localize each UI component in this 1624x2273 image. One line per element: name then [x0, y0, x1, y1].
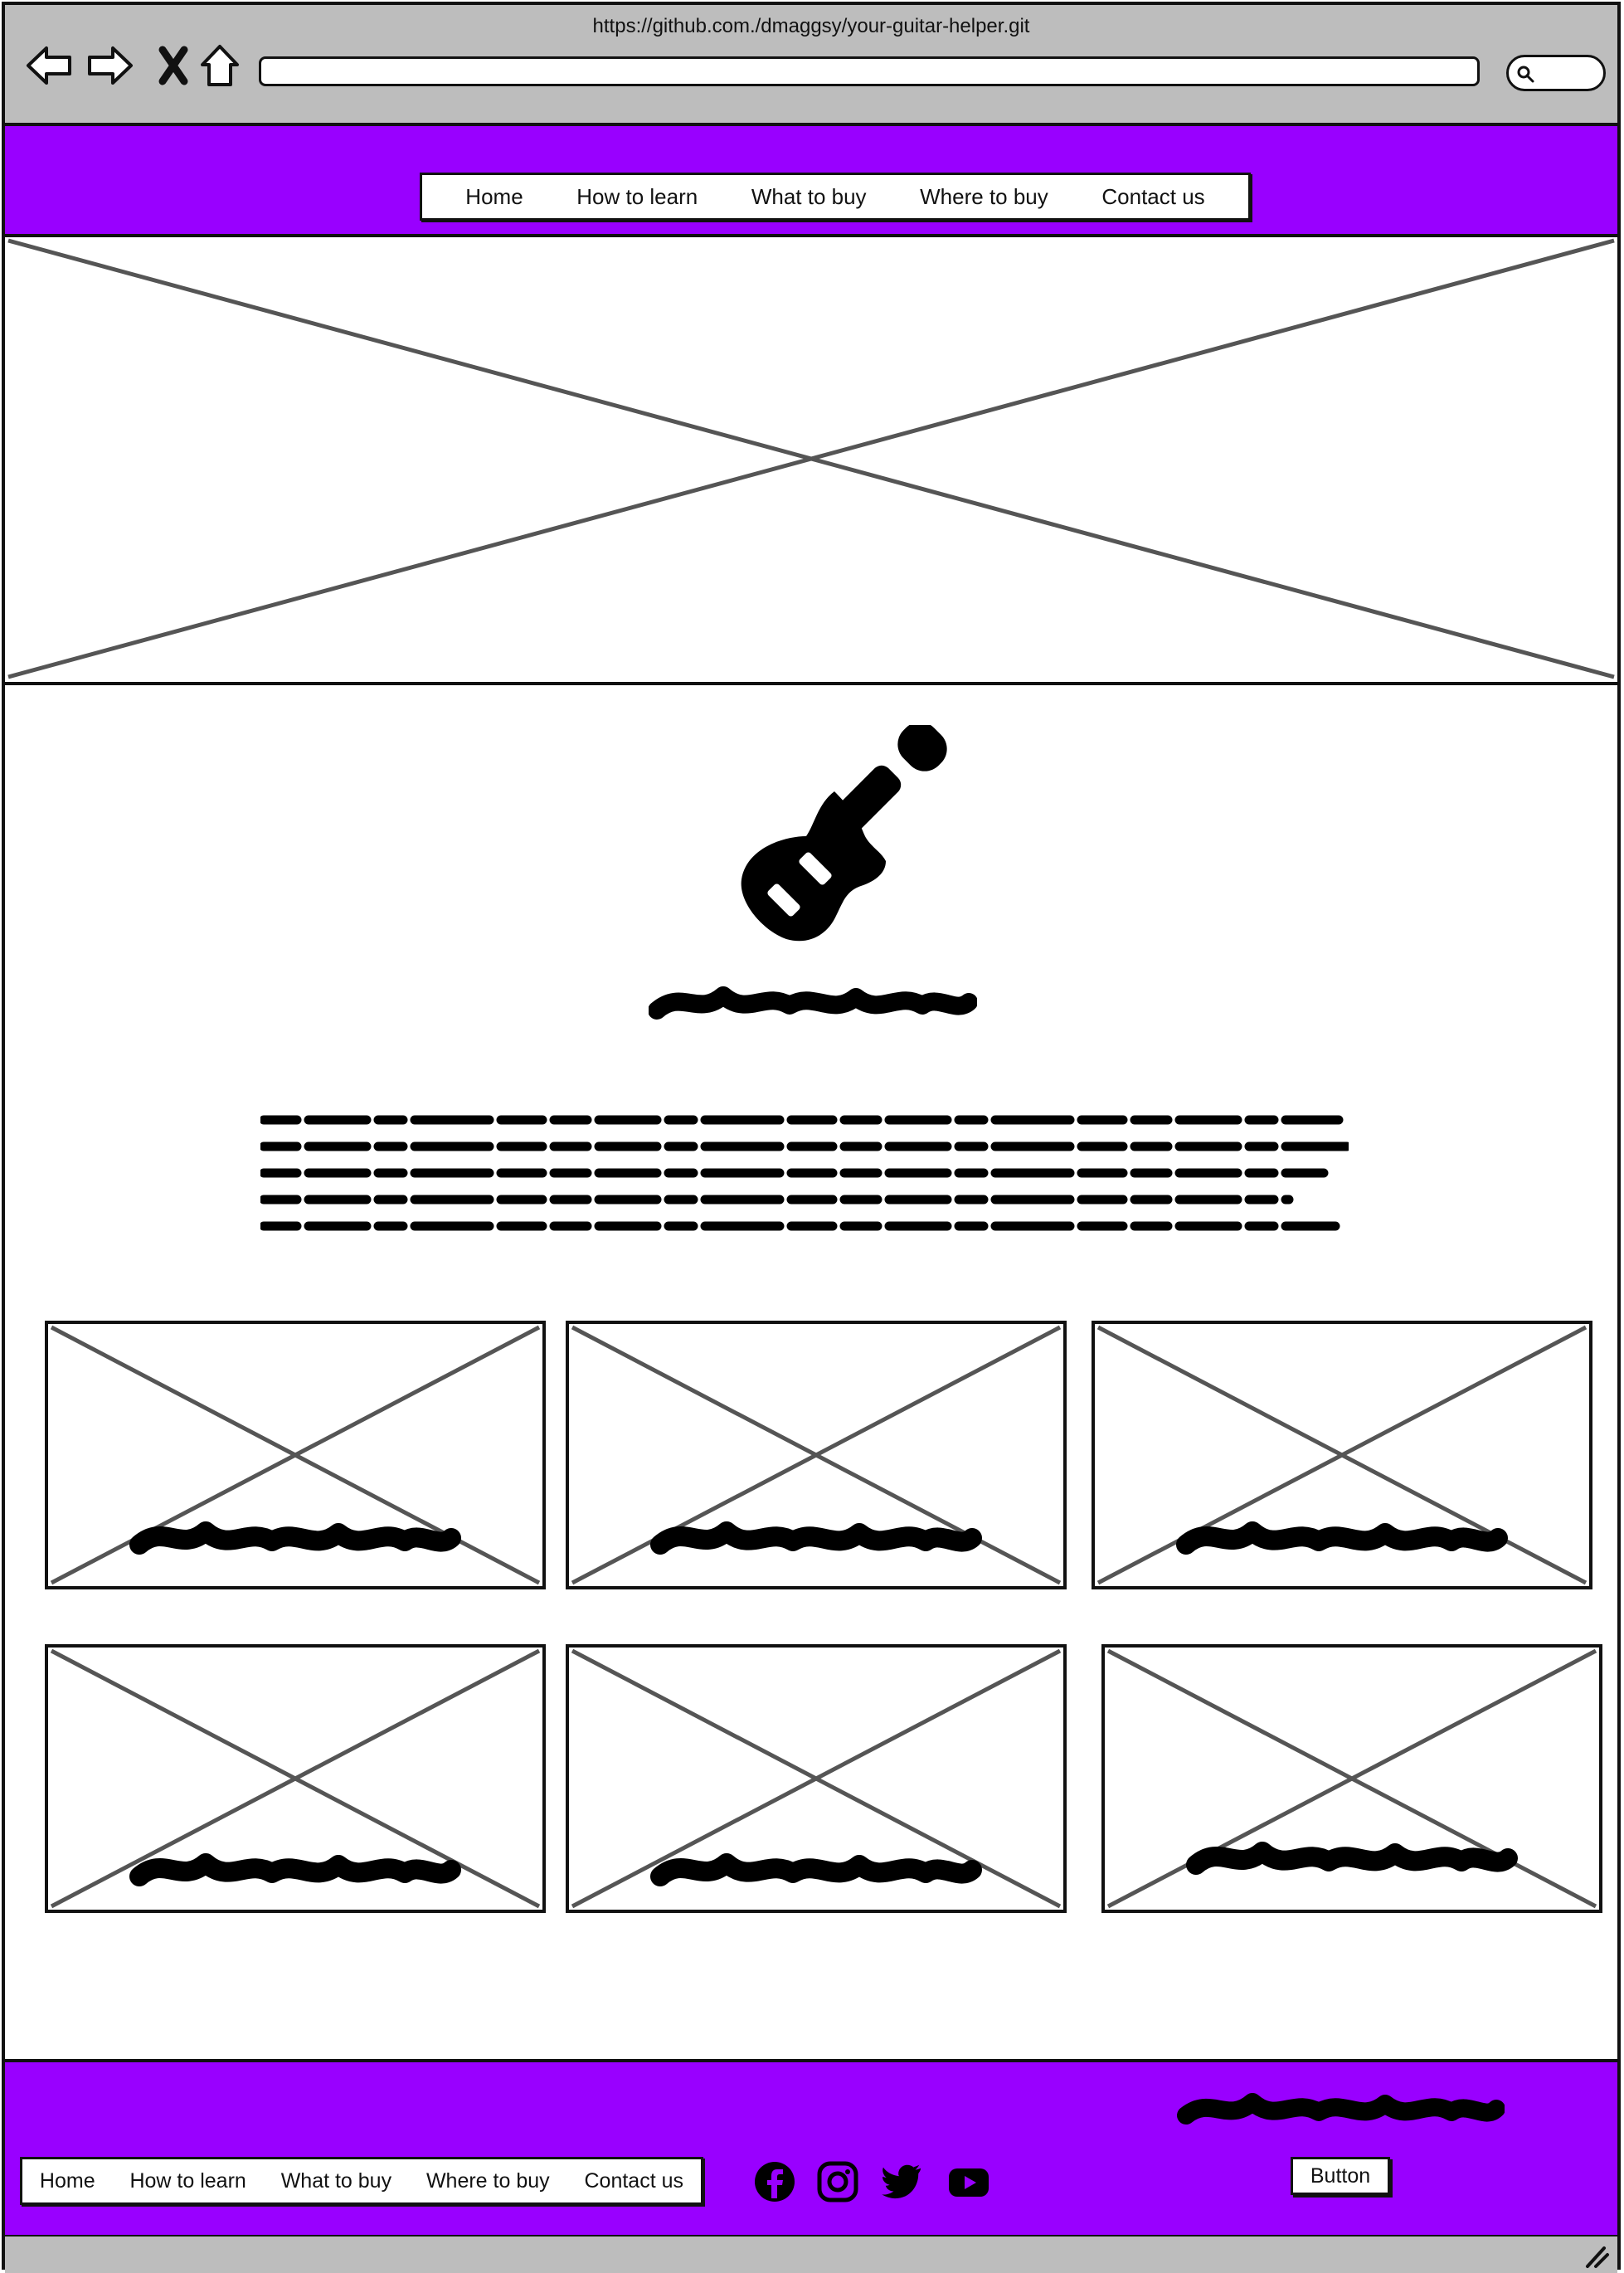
- footer-heading-scribble: [1177, 2093, 1505, 2125]
- card-5[interactable]: [566, 1644, 1067, 1913]
- home-icon[interactable]: [194, 40, 246, 91]
- url-text: https://github.com./dmaggsy/your-guitar-…: [592, 15, 1030, 37]
- nav-item-contact-us[interactable]: Contact us: [1101, 184, 1204, 210]
- browser-window: https://github.com./dmaggsy/your-guitar-…: [2, 2, 1621, 2273]
- card-image-placeholder: [571, 1325, 1062, 1585]
- nav-item-where-to-buy[interactable]: Where to buy: [920, 184, 1048, 210]
- footer-nav: Home How to learn What to buy Where to b…: [20, 2157, 703, 2205]
- card-image-placeholder: [1106, 1648, 1597, 1909]
- address-bar[interactable]: [259, 56, 1480, 86]
- main-nav: Home How to learn What to buy Where to b…: [420, 173, 1251, 221]
- nav-item-how-to-learn[interactable]: How to learn: [576, 184, 698, 210]
- card-caption-scribble: [650, 1521, 982, 1555]
- card-image-placeholder: [571, 1648, 1062, 1909]
- site-header: Home How to learn What to buy Where to b…: [5, 126, 1617, 237]
- youtube-icon[interactable]: [947, 2160, 990, 2203]
- hero-placeholder-cross: [7, 238, 1615, 679]
- browser-chrome: https://github.com./dmaggsy/your-guitar-…: [5, 5, 1617, 126]
- nav-item-home[interactable]: Home: [465, 184, 523, 210]
- footer-nav-how-to-learn[interactable]: How to learn: [129, 2169, 246, 2193]
- footer-nav-what-to-buy[interactable]: What to buy: [281, 2169, 391, 2193]
- card-3[interactable]: [1092, 1321, 1592, 1589]
- instagram-icon[interactable]: [816, 2160, 859, 2203]
- card-caption-scribble: [129, 1853, 461, 1886]
- body-text-placeholder: [260, 1115, 1349, 1231]
- card-image-placeholder: [1096, 1325, 1588, 1585]
- footer-button[interactable]: Button: [1291, 2157, 1390, 2195]
- card-image-placeholder: [50, 1325, 541, 1585]
- browser-status-bar: [5, 2236, 1617, 2273]
- guitar-icon: [741, 725, 947, 942]
- browser-search-field[interactable]: [1506, 55, 1606, 91]
- card-4[interactable]: [45, 1644, 546, 1913]
- card-2[interactable]: [566, 1321, 1067, 1589]
- card-caption-scribble: [129, 1521, 461, 1555]
- search-icon: [1517, 66, 1534, 83]
- site-footer: Home How to learn What to buy Where to b…: [5, 2059, 1617, 2238]
- card-6[interactable]: [1101, 1644, 1602, 1913]
- card-caption-scribble: [650, 1853, 982, 1886]
- card-image-placeholder: [50, 1648, 541, 1909]
- card-caption-scribble: [1176, 1521, 1508, 1555]
- resize-grip-icon[interactable]: [1583, 2241, 1611, 2270]
- nav-item-what-to-buy[interactable]: What to buy: [751, 184, 867, 210]
- card-1[interactable]: [45, 1321, 546, 1589]
- twitter-icon[interactable]: [881, 2160, 924, 2203]
- footer-nav-where-to-buy[interactable]: Where to buy: [426, 2169, 550, 2193]
- section-title-scribble: [649, 986, 977, 1020]
- forward-arrow-icon[interactable]: [85, 40, 136, 91]
- footer-nav-home[interactable]: Home: [40, 2169, 95, 2193]
- footer-nav-contact-us[interactable]: Contact us: [585, 2169, 684, 2193]
- hero-image-placeholder: [5, 237, 1617, 685]
- card-caption-scribble: [1186, 1842, 1518, 1875]
- back-arrow-icon[interactable]: [23, 40, 75, 91]
- facebook-icon[interactable]: [753, 2160, 796, 2203]
- stop-icon[interactable]: [148, 40, 199, 91]
